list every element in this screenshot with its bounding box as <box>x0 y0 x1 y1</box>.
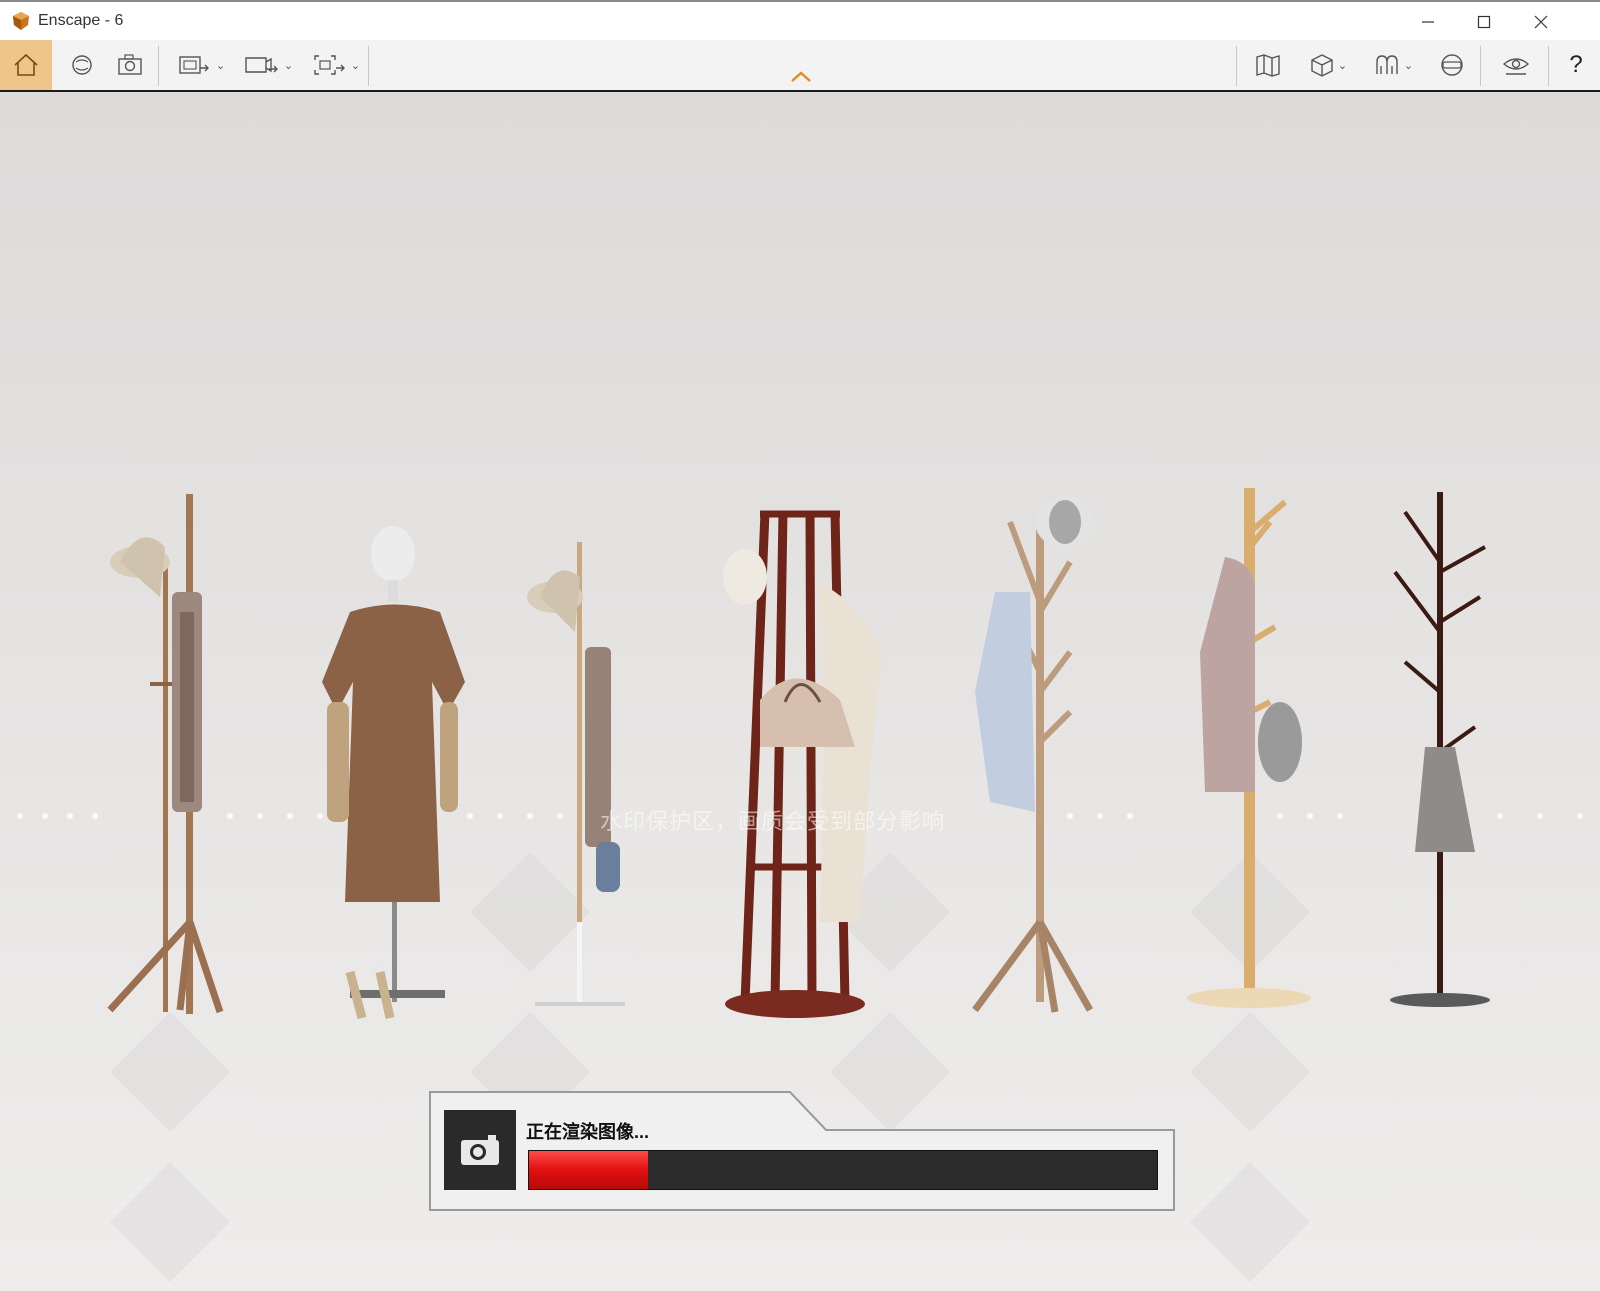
coat-rack-pine-pole <box>1187 488 1311 1008</box>
map-icon <box>1256 54 1280 77</box>
minimize-button[interactable] <box>1400 4 1456 40</box>
coat-rack-dark-branch <box>1390 492 1490 1007</box>
minimize-icon <box>1422 21 1434 23</box>
watermark-text: 水印保护区，画质会受到部分影响 <box>600 809 946 834</box>
main-toolbar: ⌄ ⌄ ⌄ ⌄ ⌄ ? <box>0 40 1600 92</box>
chevron-down-icon: ⌄ <box>283 59 294 72</box>
watermark-pattern <box>110 852 1310 1282</box>
chevron-down-icon: ⌄ <box>350 59 361 72</box>
view-visibility-button[interactable] <box>1490 42 1542 88</box>
chevron-up-icon <box>791 71 811 82</box>
screenshot-icon <box>118 54 142 75</box>
help-button[interactable]: ? <box>1556 42 1596 88</box>
home-button[interactable] <box>0 40 52 90</box>
coat-rack-red-cage <box>723 510 882 1018</box>
chevron-down-icon: ⌄ <box>1403 59 1414 72</box>
mannequin-brown-dress <box>322 526 465 1020</box>
screenshot-button[interactable] <box>108 42 152 88</box>
camera-icon <box>461 1135 499 1165</box>
map-button[interactable] <box>1246 42 1290 88</box>
vr-headset-button[interactable] <box>1430 42 1474 88</box>
home-icon <box>14 53 38 76</box>
window-title: Enscape - 6 <box>38 12 124 29</box>
chevron-down-icon: ⌄ <box>1337 59 1348 72</box>
enscape-logo-icon <box>13 12 29 30</box>
visual-settings-button[interactable]: ⌄ <box>1364 42 1422 88</box>
toolbar-separator <box>1548 46 1549 86</box>
render-progress-fill <box>529 1151 649 1189</box>
render-status-label: 正在渲染图像... <box>526 1122 650 1142</box>
batch-render-button[interactable]: ⌄ <box>172 42 230 88</box>
render-progress-bar <box>528 1150 1158 1190</box>
video-export-button[interactable]: ⌄ <box>238 42 298 88</box>
video-export-icon <box>245 57 278 73</box>
maximize-button[interactable] <box>1456 4 1512 40</box>
close-button[interactable] <box>1513 4 1569 40</box>
panorama-export-icon <box>314 55 345 75</box>
coat-rack-wooden-tree <box>972 496 1095 1013</box>
chevron-down-icon: ⌄ <box>215 59 226 72</box>
batch-render-icon <box>179 56 209 74</box>
asset-library-button[interactable] <box>60 42 104 88</box>
toolbar-separator <box>1480 46 1481 86</box>
toolbar-separator <box>1236 46 1237 86</box>
view-visibility-icon <box>1502 58 1530 75</box>
close-icon <box>1534 15 1548 29</box>
panorama-export-button[interactable]: ⌄ <box>306 42 366 88</box>
toolbar-separator <box>158 46 159 86</box>
view-mode-icon <box>1311 54 1333 77</box>
title-bar: Enscape - 6 <box>0 0 1600 40</box>
vr-headset-icon <box>1441 54 1463 76</box>
collapse-toolbar-button[interactable] <box>786 66 816 88</box>
asset-library-icon <box>72 55 92 75</box>
coat-rack-wooden-tripod <box>107 494 224 1014</box>
view-mode-button[interactable]: ⌄ <box>1298 42 1358 88</box>
visual-settings-icon <box>1376 55 1398 74</box>
maximize-icon <box>1477 15 1491 29</box>
toolbar-separator <box>368 46 369 86</box>
render-camera-tile <box>444 1110 516 1190</box>
